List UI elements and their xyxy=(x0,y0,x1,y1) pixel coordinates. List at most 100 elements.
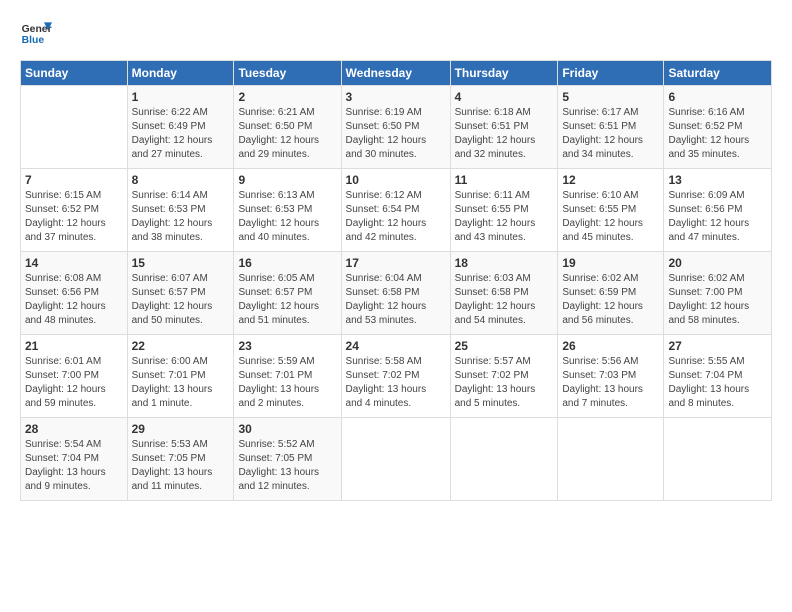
day-number: 28 xyxy=(25,422,123,436)
day-number: 29 xyxy=(132,422,230,436)
day-number: 10 xyxy=(346,173,446,187)
main-container: General Blue SundayMondayTuesdayWednesda… xyxy=(0,0,792,511)
day-info: Sunrise: 6:00 AM Sunset: 7:01 PM Dayligh… xyxy=(132,355,230,411)
day-number: 12 xyxy=(562,173,659,187)
day-number: 16 xyxy=(238,256,336,270)
day-info: Sunrise: 5:54 AM Sunset: 7:04 PM Dayligh… xyxy=(25,438,123,494)
calendar-cell xyxy=(341,418,450,501)
day-info: Sunrise: 6:02 AM Sunset: 7:00 PM Dayligh… xyxy=(668,272,767,328)
calendar-cell: 22 Sunrise: 6:00 AM Sunset: 7:01 PM Dayli… xyxy=(127,335,234,418)
day-number: 18 xyxy=(455,256,554,270)
calendar-week-1: 1 Sunrise: 6:22 AM Sunset: 6:49 PM Daylig… xyxy=(21,86,772,169)
calendar-cell: 17 Sunrise: 6:04 AM Sunset: 6:58 PM Dayli… xyxy=(341,252,450,335)
calendar-cell: 8Sunrise: 6:14 AM Sunset: 6:53 PM Daylig… xyxy=(127,169,234,252)
day-number: 23 xyxy=(238,339,336,353)
day-info: Sunrise: 6:11 AM Sunset: 6:55 PM Dayligh… xyxy=(455,189,554,245)
calendar-cell xyxy=(558,418,664,501)
weekday-tuesday: Tuesday xyxy=(234,61,341,86)
weekday-header-row: SundayMondayTuesdayWednesdayThursdayFrid… xyxy=(21,61,772,86)
calendar-cell: 28 Sunrise: 5:54 AM Sunset: 7:04 PM Dayli… xyxy=(21,418,128,501)
day-info: Sunrise: 5:53 AM Sunset: 7:05 PM Dayligh… xyxy=(132,438,230,494)
day-number: 1 xyxy=(132,90,230,104)
day-info: Sunrise: 6:19 AM Sunset: 6:50 PM Dayligh… xyxy=(346,106,446,162)
calendar-week-4: 21 Sunrise: 6:01 AM Sunset: 7:00 PM Dayli… xyxy=(21,335,772,418)
calendar-cell: 16 Sunrise: 6:05 AM Sunset: 6:57 PM Dayli… xyxy=(234,252,341,335)
day-number: 13 xyxy=(668,173,767,187)
day-number: 15 xyxy=(132,256,230,270)
calendar-cell: 24Sunrise: 5:58 AM Sunset: 7:02 PM Dayli… xyxy=(341,335,450,418)
day-number: 17 xyxy=(346,256,446,270)
day-info: Sunrise: 5:56 AM Sunset: 7:03 PM Dayligh… xyxy=(562,355,659,411)
day-info: Sunrise: 6:22 AM Sunset: 6:49 PM Dayligh… xyxy=(132,106,230,162)
day-number: 2 xyxy=(238,90,336,104)
day-number: 8 xyxy=(132,173,230,187)
logo-icon: General Blue xyxy=(20,16,52,48)
day-info: Sunrise: 6:01 AM Sunset: 7:00 PM Dayligh… xyxy=(25,355,123,411)
svg-text:Blue: Blue xyxy=(22,35,45,46)
weekday-thursday: Thursday xyxy=(450,61,558,86)
calendar-cell: 6Sunrise: 6:16 AM Sunset: 6:52 PM Daylig… xyxy=(664,86,772,169)
day-number: 11 xyxy=(455,173,554,187)
calendar-cell: 12 Sunrise: 6:10 AM Sunset: 6:55 PM Dayli… xyxy=(558,169,664,252)
calendar-cell: 3 Sunrise: 6:19 AM Sunset: 6:50 PM Daylig… xyxy=(341,86,450,169)
day-info: Sunrise: 5:55 AM Sunset: 7:04 PM Dayligh… xyxy=(668,355,767,411)
day-number: 21 xyxy=(25,339,123,353)
day-info: Sunrise: 6:21 AM Sunset: 6:50 PM Dayligh… xyxy=(238,106,336,162)
logo: General Blue xyxy=(20,16,52,48)
calendar-cell: 15Sunrise: 6:07 AM Sunset: 6:57 PM Dayli… xyxy=(127,252,234,335)
calendar-cell: 27Sunrise: 5:55 AM Sunset: 7:04 PM Dayli… xyxy=(664,335,772,418)
day-info: Sunrise: 6:08 AM Sunset: 6:56 PM Dayligh… xyxy=(25,272,123,328)
calendar-cell: 7 Sunrise: 6:15 AM Sunset: 6:52 PM Daylig… xyxy=(21,169,128,252)
calendar-body: 1 Sunrise: 6:22 AM Sunset: 6:49 PM Daylig… xyxy=(21,86,772,501)
header: General Blue xyxy=(20,16,772,48)
calendar-cell: 2 Sunrise: 6:21 AM Sunset: 6:50 PM Daylig… xyxy=(234,86,341,169)
calendar-cell xyxy=(664,418,772,501)
calendar-table: SundayMondayTuesdayWednesdayThursdayFrid… xyxy=(20,60,772,501)
day-info: Sunrise: 6:10 AM Sunset: 6:55 PM Dayligh… xyxy=(562,189,659,245)
calendar-week-2: 7 Sunrise: 6:15 AM Sunset: 6:52 PM Daylig… xyxy=(21,169,772,252)
day-info: Sunrise: 6:12 AM Sunset: 6:54 PM Dayligh… xyxy=(346,189,446,245)
day-number: 4 xyxy=(455,90,554,104)
weekday-wednesday: Wednesday xyxy=(341,61,450,86)
weekday-monday: Monday xyxy=(127,61,234,86)
day-number: 30 xyxy=(238,422,336,436)
day-info: Sunrise: 6:03 AM Sunset: 6:58 PM Dayligh… xyxy=(455,272,554,328)
day-info: Sunrise: 6:17 AM Sunset: 6:51 PM Dayligh… xyxy=(562,106,659,162)
day-number: 6 xyxy=(668,90,767,104)
day-number: 26 xyxy=(562,339,659,353)
day-number: 9 xyxy=(238,173,336,187)
calendar-cell: 13 Sunrise: 6:09 AM Sunset: 6:56 PM Dayli… xyxy=(664,169,772,252)
calendar-cell: 4Sunrise: 6:18 AM Sunset: 6:51 PM Daylig… xyxy=(450,86,558,169)
calendar-cell: 5Sunrise: 6:17 AM Sunset: 6:51 PM Daylig… xyxy=(558,86,664,169)
day-info: Sunrise: 6:02 AM Sunset: 6:59 PM Dayligh… xyxy=(562,272,659,328)
day-info: Sunrise: 6:09 AM Sunset: 6:56 PM Dayligh… xyxy=(668,189,767,245)
calendar-cell: 25 Sunrise: 5:57 AM Sunset: 7:02 PM Dayli… xyxy=(450,335,558,418)
calendar-week-3: 14 Sunrise: 6:08 AM Sunset: 6:56 PM Dayli… xyxy=(21,252,772,335)
day-number: 22 xyxy=(132,339,230,353)
calendar-cell: 1 Sunrise: 6:22 AM Sunset: 6:49 PM Daylig… xyxy=(127,86,234,169)
day-info: Sunrise: 6:13 AM Sunset: 6:53 PM Dayligh… xyxy=(238,189,336,245)
calendar-cell: 11 Sunrise: 6:11 AM Sunset: 6:55 PM Dayli… xyxy=(450,169,558,252)
day-number: 7 xyxy=(25,173,123,187)
calendar-cell: 14 Sunrise: 6:08 AM Sunset: 6:56 PM Dayli… xyxy=(21,252,128,335)
day-info: Sunrise: 5:52 AM Sunset: 7:05 PM Dayligh… xyxy=(238,438,336,494)
weekday-friday: Friday xyxy=(558,61,664,86)
day-number: 24 xyxy=(346,339,446,353)
weekday-saturday: Saturday xyxy=(664,61,772,86)
calendar-cell: 26 Sunrise: 5:56 AM Sunset: 7:03 PM Dayli… xyxy=(558,335,664,418)
day-number: 20 xyxy=(668,256,767,270)
calendar-cell: 29 Sunrise: 5:53 AM Sunset: 7:05 PM Dayli… xyxy=(127,418,234,501)
day-info: Sunrise: 5:59 AM Sunset: 7:01 PM Dayligh… xyxy=(238,355,336,411)
calendar-cell: 19Sunrise: 6:02 AM Sunset: 6:59 PM Dayli… xyxy=(558,252,664,335)
calendar-cell: 9 Sunrise: 6:13 AM Sunset: 6:53 PM Daylig… xyxy=(234,169,341,252)
day-number: 14 xyxy=(25,256,123,270)
day-info: Sunrise: 5:57 AM Sunset: 7:02 PM Dayligh… xyxy=(455,355,554,411)
weekday-sunday: Sunday xyxy=(21,61,128,86)
day-number: 3 xyxy=(346,90,446,104)
day-number: 25 xyxy=(455,339,554,353)
calendar-cell xyxy=(21,86,128,169)
day-info: Sunrise: 6:15 AM Sunset: 6:52 PM Dayligh… xyxy=(25,189,123,245)
calendar-cell: 18 Sunrise: 6:03 AM Sunset: 6:58 PM Dayli… xyxy=(450,252,558,335)
day-info: Sunrise: 6:05 AM Sunset: 6:57 PM Dayligh… xyxy=(238,272,336,328)
day-info: Sunrise: 6:04 AM Sunset: 6:58 PM Dayligh… xyxy=(346,272,446,328)
